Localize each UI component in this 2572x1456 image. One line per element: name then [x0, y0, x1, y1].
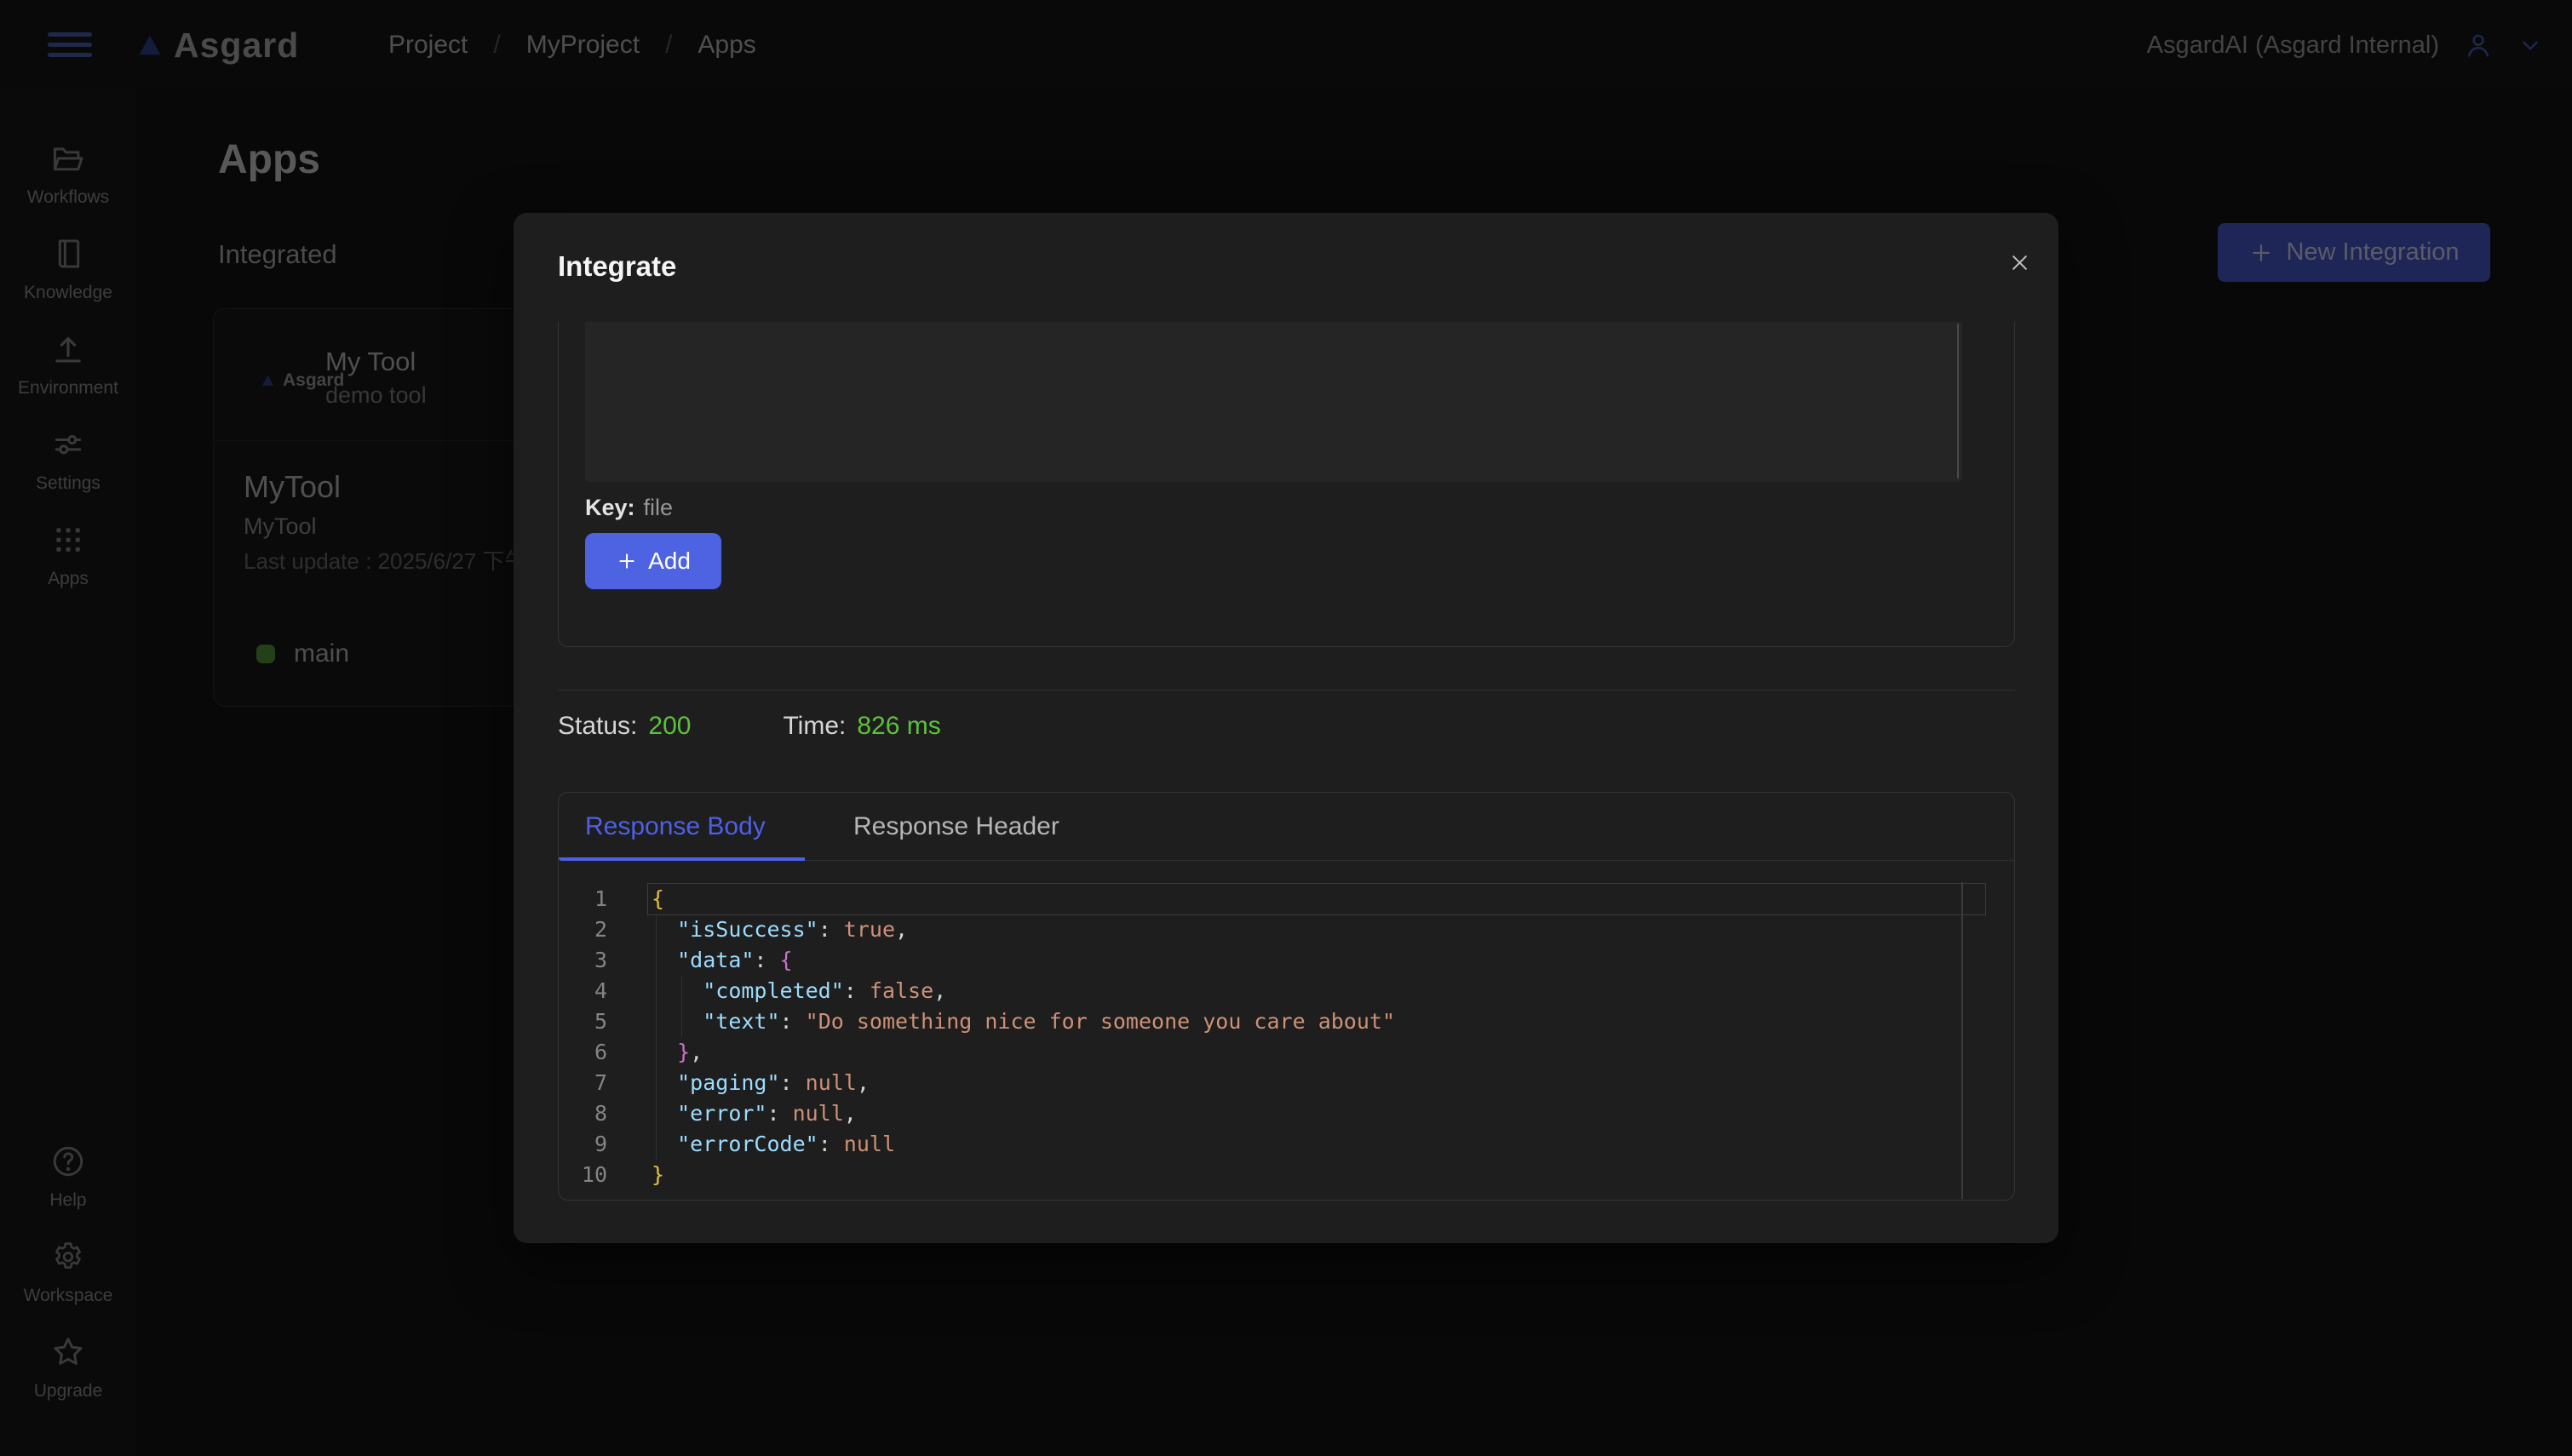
code-token: "Do something nice for someone you care … [806, 1009, 1395, 1034]
line-number: 3 [559, 945, 607, 976]
code-token: : [766, 1101, 792, 1126]
tab-response-header[interactable]: Response Header [853, 793, 1059, 861]
param-key-line: Key: file [585, 495, 673, 521]
code-line: 10} [559, 1160, 2014, 1190]
close-icon[interactable] [1997, 240, 2041, 284]
app-root: Asgard Project/MyProject/Apps AsgardAI (… [0, 0, 2572, 1456]
line-number: 1 [559, 884, 607, 914]
code-token: "errorCode" [677, 1132, 818, 1156]
code-token: { [652, 886, 664, 911]
code-line: 1{ [559, 884, 2014, 914]
code-token: null [806, 1070, 857, 1095]
time-label: Time: [783, 712, 846, 741]
code-line-content: }, [607, 1037, 703, 1068]
key-value: file [644, 495, 674, 520]
code-line-content: "text": "Do something nice for someone y… [607, 1006, 1395, 1037]
line-number: 4 [559, 976, 607, 1006]
code-line: 8 "error": null, [559, 1098, 2014, 1129]
code-token: "paging" [677, 1070, 779, 1095]
line-number: 2 [559, 914, 607, 945]
code-lines: 1{2 "isSuccess": true,3 "data": {4 "comp… [559, 884, 2014, 1190]
code-token: : [818, 1132, 844, 1156]
active-tab-underline [559, 857, 805, 861]
code-token: } [652, 1162, 664, 1187]
textarea-scrollbar[interactable] [1957, 324, 1959, 479]
editor-scrollbar[interactable] [1961, 882, 1963, 1199]
code-token: null [793, 1101, 844, 1126]
status-label: Status: [558, 712, 637, 741]
line-number: 8 [559, 1098, 607, 1129]
code-token: : [780, 1009, 806, 1034]
code-line: 6 }, [559, 1037, 2014, 1068]
file-value-textarea[interactable] [585, 322, 1962, 482]
code-token: "completed" [703, 978, 844, 1003]
line-number: 10 [559, 1160, 607, 1190]
code-token: , [857, 1070, 870, 1095]
response-tabs: Response Body Response Header [559, 793, 2014, 861]
code-token: : [754, 948, 779, 972]
add-button[interactable]: Add [585, 533, 721, 589]
code-token: "error" [677, 1101, 766, 1126]
line-number: 9 [559, 1129, 607, 1160]
code-token: , [933, 978, 946, 1003]
code-line: 9 "errorCode": null [559, 1129, 2014, 1160]
code-token: , [690, 1040, 703, 1064]
tab-response-body[interactable]: Response Body [585, 793, 766, 861]
code-token: "data" [677, 948, 754, 972]
divider [558, 690, 2015, 691]
code-token: : [780, 1070, 806, 1095]
integrate-modal: Integrate Key: file Add Status: 200 Time:… [514, 213, 2058, 1243]
code-line-content: "paging": null, [607, 1068, 870, 1098]
line-number: 7 [559, 1068, 607, 1098]
code-token: false [870, 978, 933, 1003]
code-line-content: "error": null, [607, 1098, 857, 1129]
code-token: , [844, 1101, 857, 1126]
code-line-content: "data": { [607, 945, 793, 976]
code-line-content: } [607, 1160, 664, 1190]
code-line: 5 "text": "Do something nice for someone… [559, 1006, 2014, 1037]
code-token: { [780, 948, 793, 972]
code-token: "text" [703, 1009, 779, 1034]
key-label: Key: [585, 495, 635, 520]
code-line-content: { [607, 884, 664, 914]
response-status-row: Status: 200 Time: 826 ms [558, 712, 941, 741]
code-token: : [818, 917, 844, 942]
file-param-section: Key: file Add [558, 322, 2015, 647]
code-token: } [677, 1040, 690, 1064]
code-line-content: "errorCode": null [607, 1129, 895, 1160]
response-body-editor[interactable]: 1{2 "isSuccess": true,3 "data": {4 "comp… [559, 862, 2014, 1201]
code-line-content: "completed": false, [607, 976, 946, 1006]
code-line: 4 "completed": false, [559, 976, 2014, 1006]
code-token: null [844, 1132, 895, 1156]
code-line-content: "isSuccess": true, [607, 914, 908, 945]
status-value: 200 [648, 712, 691, 741]
code-token: true [844, 917, 895, 942]
plus-icon [616, 550, 638, 572]
code-token: "isSuccess" [677, 917, 818, 942]
code-line: 3 "data": { [559, 945, 2014, 976]
code-line: 2 "isSuccess": true, [559, 914, 2014, 945]
code-line: 7 "paging": null, [559, 1068, 2014, 1098]
response-panel: Response BodyResponse Header 1{2 "isSucc… [558, 792, 2015, 1201]
code-token: , [895, 917, 908, 942]
line-number: 6 [559, 1037, 607, 1068]
modal-title: Integrate [558, 250, 676, 283]
time-value: 826 ms [857, 712, 940, 741]
add-button-label: Add [648, 547, 691, 575]
code-token: : [844, 978, 870, 1003]
line-number: 5 [559, 1006, 607, 1037]
